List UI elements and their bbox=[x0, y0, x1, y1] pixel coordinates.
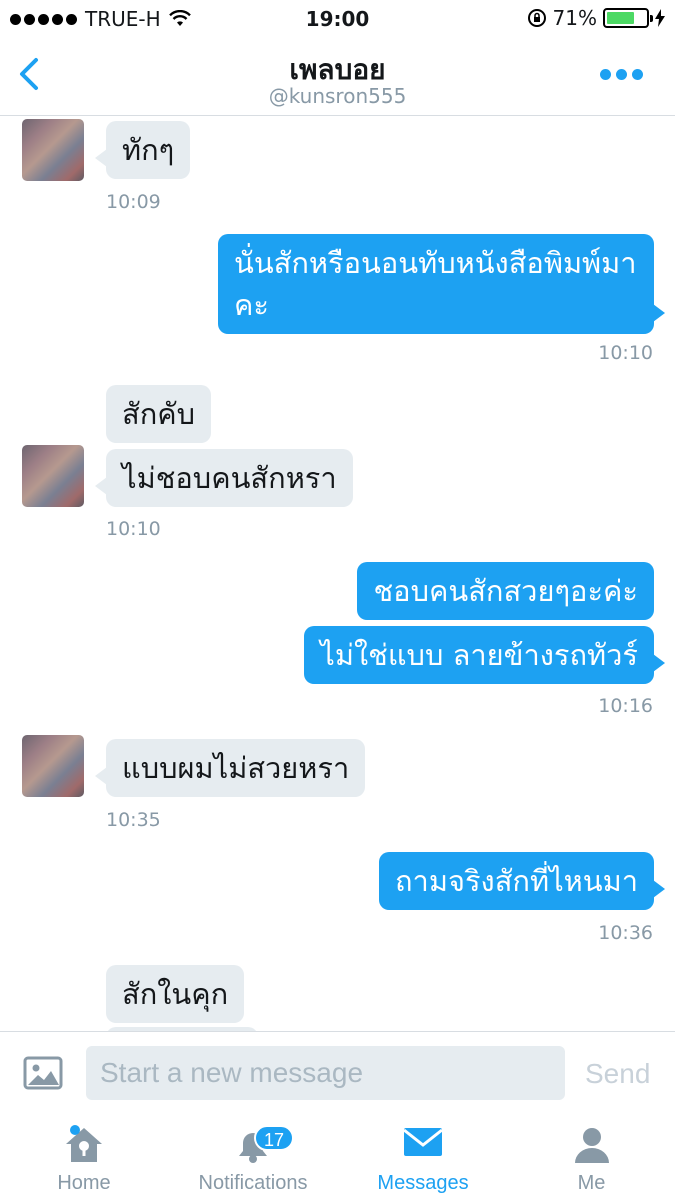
envelope-icon bbox=[403, 1128, 443, 1156]
battery-icon bbox=[603, 8, 653, 28]
tab-label-notifications: Notifications bbox=[198, 1172, 308, 1194]
tab-label-me: Me bbox=[577, 1172, 606, 1194]
tab-me[interactable]: Me bbox=[508, 1115, 675, 1200]
avatar[interactable] bbox=[22, 445, 84, 507]
message-text: ทักๆ bbox=[122, 133, 175, 167]
outgoing-message[interactable]: ชอบคนสักสวยๆอะค่ะ bbox=[357, 562, 654, 620]
message-text: ไม่ชอบคนสักหรา bbox=[122, 461, 337, 495]
notifications-badge: 17 bbox=[254, 1125, 294, 1151]
avatar[interactable] bbox=[22, 119, 84, 181]
tab-home[interactable]: Home bbox=[0, 1115, 168, 1200]
incoming-message[interactable]: สักคับ bbox=[106, 385, 212, 443]
message-text: แบบผมไม่สวยหรา bbox=[122, 751, 350, 785]
message-timestamp: 10:16 bbox=[598, 695, 653, 717]
more-dots-icon[interactable] bbox=[600, 69, 643, 80]
avatar[interactable] bbox=[22, 735, 84, 797]
outgoing-message[interactable]: ถามจริงสักที่ไหนมา bbox=[379, 852, 665, 910]
tab-label-messages: Messages bbox=[377, 1172, 469, 1194]
message-text: ถามจริงสักที่ไหนมา bbox=[395, 864, 638, 898]
outgoing-message[interactable]: นั่นสักหรือนอนทับหนังสือพิมพ์มา คะ bbox=[218, 234, 665, 334]
person-icon bbox=[574, 1128, 609, 1163]
message-timestamp: 10:09 bbox=[106, 191, 161, 213]
message-timestamp: 10:10 bbox=[106, 518, 161, 540]
rotation-lock-icon bbox=[527, 9, 546, 27]
tab-bar: Home 17 Notifications Messages Me bbox=[0, 1115, 675, 1200]
home-notification-dot bbox=[70, 1125, 80, 1135]
message-composer: Send bbox=[0, 1031, 675, 1115]
message-timestamp: 10:35 bbox=[106, 809, 161, 831]
message-text: สักคับ bbox=[122, 397, 196, 431]
battery-percent: 71% bbox=[552, 6, 597, 30]
status-bar: TRUE-H 19:00 71% bbox=[0, 0, 675, 38]
status-right: 71% bbox=[527, 6, 665, 30]
tab-notifications[interactable]: 17 Notifications bbox=[168, 1115, 338, 1200]
charging-icon bbox=[655, 9, 665, 27]
home-icon bbox=[66, 1128, 102, 1162]
message-text: นั่นสักหรือนอนทับหนังสือพิมพ์มา bbox=[234, 246, 637, 280]
tab-messages[interactable]: Messages bbox=[338, 1115, 508, 1200]
incoming-message[interactable]: ทักๆ bbox=[94, 121, 191, 179]
message-text: ไม่ใช่แบบ ลายข้างรถทัวร์ bbox=[320, 638, 638, 672]
message-timestamp: 10:36 bbox=[598, 922, 653, 944]
message-text-line2: คะ bbox=[234, 288, 269, 322]
conversation-header: เพลบอย @kunsron555 bbox=[0, 38, 675, 116]
contact-handle: @kunsron555 bbox=[268, 84, 407, 108]
incoming-message[interactable]: ไม่ชอบคนสักหรา bbox=[95, 449, 353, 507]
tab-label-home: Home bbox=[57, 1172, 111, 1194]
message-input[interactable] bbox=[86, 1046, 565, 1100]
incoming-message[interactable]: แบบผมไม่สวยหรา bbox=[94, 739, 366, 797]
incoming-message[interactable]: สักในคุก bbox=[106, 965, 245, 1023]
message-text: ชอบคนสักสวยๆอะค่ะ bbox=[373, 574, 638, 608]
message-text: สักในคุก bbox=[122, 977, 229, 1011]
photo-icon[interactable] bbox=[23, 1056, 63, 1090]
outgoing-message[interactable]: ไม่ใช่แบบ ลายข้างรถทัวร์ bbox=[304, 626, 665, 684]
battery-level bbox=[607, 12, 634, 24]
send-button[interactable]: Send bbox=[585, 1058, 650, 1090]
message-timestamp: 10:10 bbox=[598, 342, 653, 364]
message-thread[interactable]: ทักๆ 10:09 นั่นสักหรือนอนทับหนังสือพิมพ์… bbox=[0, 117, 675, 1031]
